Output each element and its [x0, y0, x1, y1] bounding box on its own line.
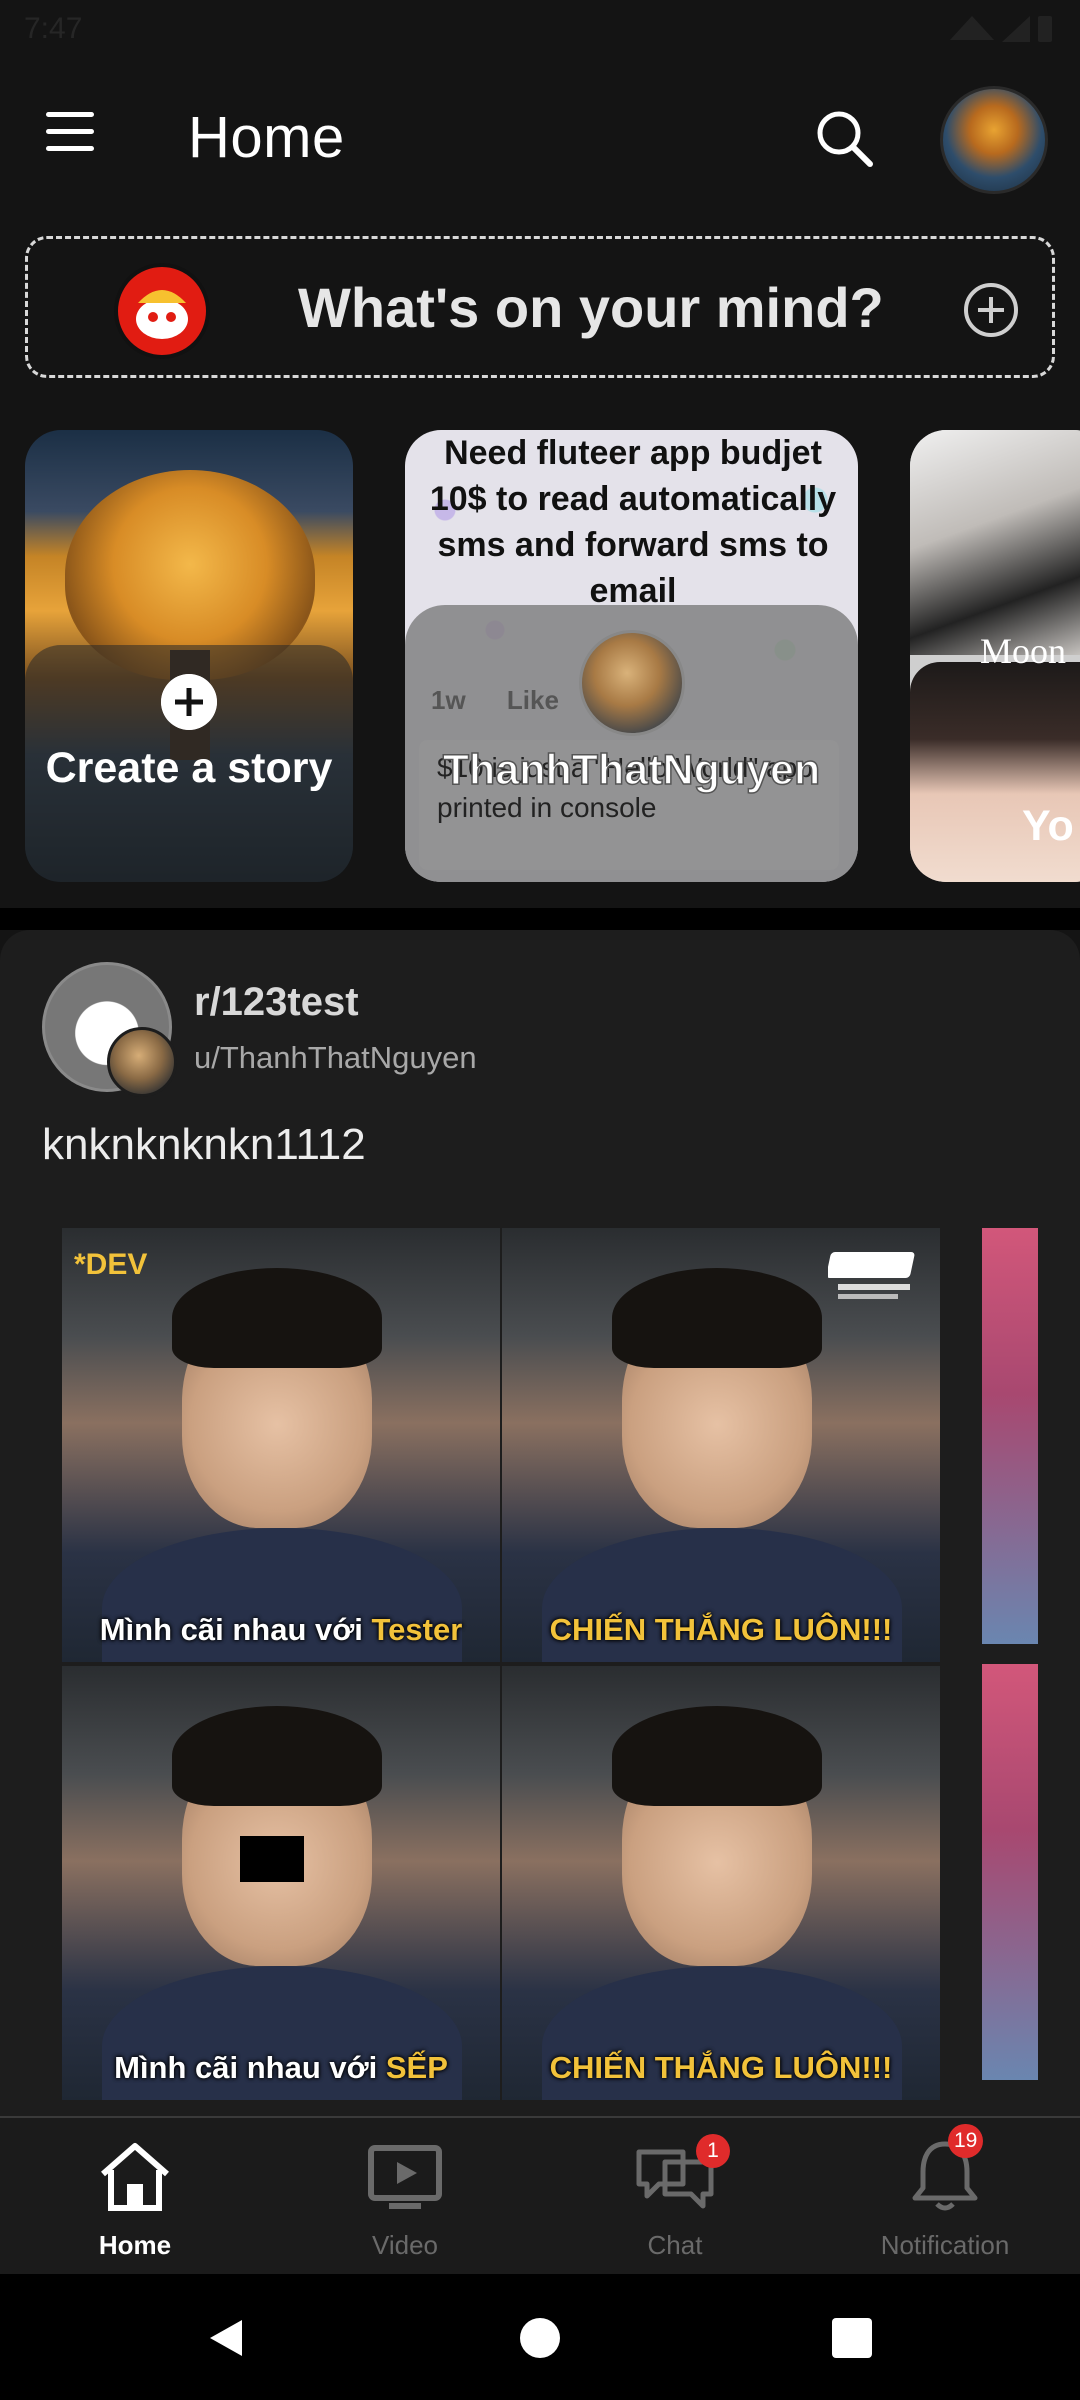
video-icon [368, 2145, 442, 2209]
meme-frame: Mình cãi nhau với SẾP [62, 1666, 500, 2100]
meme-frame: CHIẾN THẮNG LUÔN!!! [502, 1228, 940, 1662]
censor-box [240, 1836, 304, 1882]
nav-video[interactable]: Video [270, 2118, 540, 2276]
nav-home-label: Home [98, 2230, 172, 2260]
post-community[interactable]: r/123test [194, 980, 359, 1025]
home-icon [101, 2143, 169, 2211]
nav-video-label: Video [371, 2230, 439, 2260]
status-bar: 7:47 [0, 0, 1080, 60]
compose-avatar [114, 263, 210, 359]
stories-row: Create a story Need fluteer app budjet 1… [0, 430, 1080, 885]
frame-caption: Mình cãi nhau với SẾP [114, 2050, 448, 2085]
feed-separator [0, 908, 1080, 930]
community-avatar[interactable] [42, 962, 177, 1097]
story-user-name: ThanhThatNguyen [442, 745, 821, 795]
snoo-icon [136, 290, 188, 339]
story-user-avatar [579, 630, 685, 736]
media-carousel[interactable]: *DEV Mình cãi nhau với Tester CHIẾN THẮN… [62, 1228, 1080, 2110]
story-meta: 1w Like [431, 685, 593, 716]
media-image[interactable]: *DEV Mình cãi nhau với Tester CHIẾN THẮN… [62, 1228, 940, 2100]
bottom-nav: Home Video 1 Chat 19 Notification [0, 2116, 1080, 2274]
status-icons [950, 16, 1052, 42]
story-card-user[interactable]: Need fluteer app budjet 10$ to read auto… [405, 430, 858, 882]
post-title: knknknknkn1112 [42, 1120, 366, 1169]
system-nav-bar [0, 2274, 1080, 2400]
story-like: Like [506, 685, 559, 715]
meme-frame: *DEV Mình cãi nhau với Tester [62, 1228, 500, 1662]
compose-box[interactable]: What's on your mind? [25, 236, 1055, 378]
story-note-text: Need fluteer app budjet 10$ to read auto… [429, 434, 837, 610]
nav-chat[interactable]: 1 Chat [540, 2118, 810, 2276]
story-card-third[interactable]: Moon Yo [910, 430, 1080, 882]
nav-notification-label: Notification [880, 2230, 1010, 2260]
meme-frame: CHIẾN THẮNG LUÔN!!! [502, 1666, 940, 2100]
nav-chat-label: Chat [647, 2230, 703, 2260]
story-time: 1w [431, 685, 466, 715]
home-button-icon[interactable] [516, 2314, 564, 2362]
notification-badge: 19 [948, 2124, 984, 2158]
page-title: Home [188, 105, 345, 170]
profile-avatar[interactable] [940, 86, 1048, 194]
search-icon[interactable] [812, 106, 878, 172]
app-root: 7:47 Home What's on your mind? Create a … [0, 0, 1080, 2400]
dev-tag: *DEV [74, 1248, 148, 1281]
post-author[interactable]: u/ThanhThatNguyen [194, 1040, 477, 1076]
nav-home[interactable]: Home [0, 2118, 270, 2276]
frame-caption: Mình cãi nhau với Tester [99, 1612, 463, 1647]
create-story-card[interactable]: Create a story [25, 430, 353, 882]
plus-icon [161, 674, 217, 730]
compose-placeholder: What's on your mind? [298, 276, 884, 339]
recents-icon[interactable] [828, 2314, 876, 2362]
story-third-caption: Moon [980, 631, 1067, 671]
frame-caption: CHIẾN THẮNG LUÔN!!! [549, 2050, 893, 2085]
app-header: Home [0, 70, 1080, 205]
post-card[interactable]: r/123test u/ThanhThatNguyen knknknknkn11… [0, 930, 1080, 2116]
next-media-peek[interactable] [982, 1228, 1038, 2100]
status-time: 7:47 [24, 12, 83, 45]
add-circle-icon[interactable] [962, 281, 1020, 339]
create-story-label: Create a story [45, 744, 333, 792]
frame-caption: CHIẾN THẮNG LUÔN!!! [549, 1612, 893, 1647]
menu-button[interactable] [42, 112, 98, 164]
menu-icon [46, 112, 94, 117]
author-avatar [107, 1027, 177, 1097]
story-third-name: Yo [1022, 802, 1074, 850]
back-icon[interactable] [202, 2314, 250, 2362]
brand-logo [828, 1252, 915, 1299]
nav-notification[interactable]: 19 Notification [810, 2118, 1080, 2276]
chat-badge: 1 [696, 2134, 730, 2168]
